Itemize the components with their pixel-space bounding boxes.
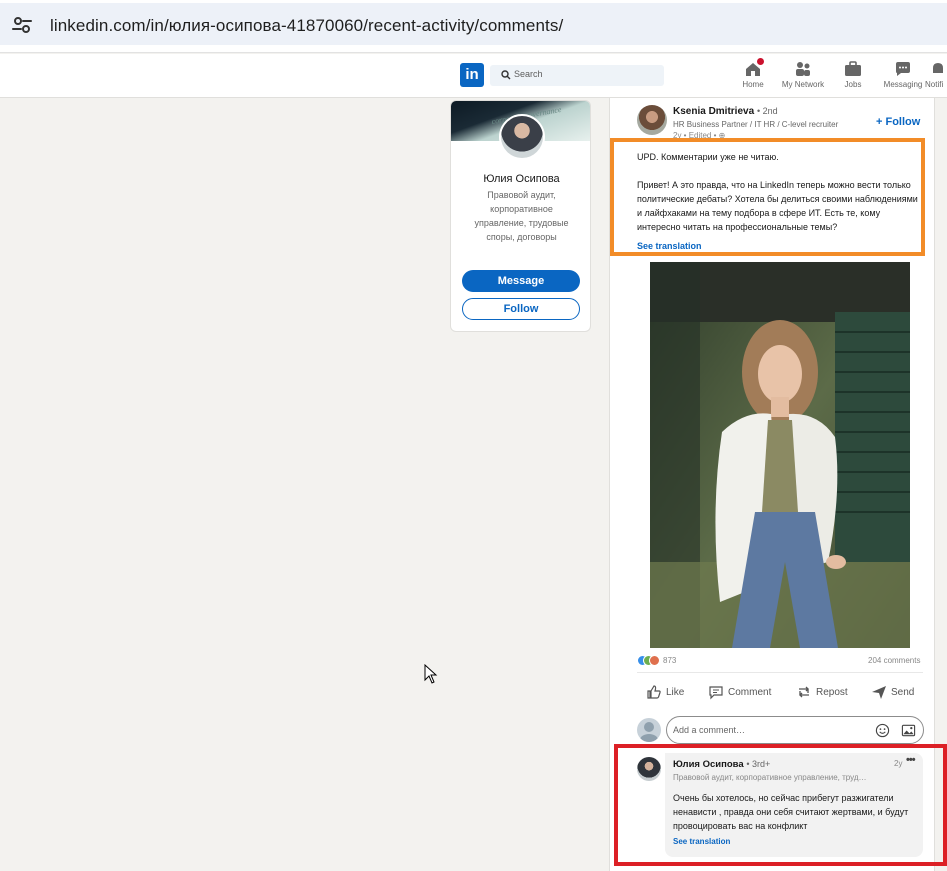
repost-icon <box>799 686 809 698</box>
search-placeholder: Search <box>514 69 543 79</box>
linkedin-top-nav: in Search Home My Network Jobs Messaging <box>0 54 947 98</box>
briefcase-icon <box>844 60 862 78</box>
message-button[interactable]: Message <box>462 270 580 292</box>
author-headline: HR Business Partner / IT HR / C-level re… <box>673 120 839 129</box>
nav-jobs[interactable]: Jobs <box>825 60 881 89</box>
nav-notifications[interactable]: Notifi <box>925 60 947 89</box>
image-icon[interactable] <box>901 723 916 738</box>
browser-toolbar: linkedin.com/in/юлия-осипова-41870060/re… <box>0 0 947 53</box>
send-icon <box>872 686 886 699</box>
comment-button[interactable]: Comment <box>708 683 771 701</box>
address-bar[interactable]: linkedin.com/in/юлия-осипова-41870060/re… <box>0 3 947 45</box>
follow-button[interactable]: Follow <box>462 298 580 320</box>
love-reaction-icon <box>649 655 660 666</box>
url-text[interactable]: linkedin.com/in/юлия-осипова-41870060/re… <box>50 16 563 36</box>
comment-icon <box>709 686 723 700</box>
author-avatar[interactable] <box>637 105 667 135</box>
network-icon <box>794 60 812 78</box>
post-photo-illustration <box>650 262 910 648</box>
mouse-cursor-icon <box>424 664 438 684</box>
nav-home[interactable]: Home <box>725 57 781 89</box>
notification-badge <box>756 57 765 66</box>
follow-author-button[interactable]: + Follow <box>876 116 920 128</box>
send-button[interactable]: Send <box>871 683 914 701</box>
search-icon <box>501 70 511 80</box>
highlight-box-comment <box>614 744 947 866</box>
author-degree: • 2nd <box>756 106 778 116</box>
home-icon <box>744 57 765 78</box>
profile-avatar[interactable] <box>499 114 545 160</box>
nav-messaging[interactable]: Messaging <box>875 60 931 89</box>
nav-my-network[interactable]: My Network <box>775 60 831 89</box>
repost-button[interactable]: Repost <box>796 683 848 701</box>
comment-placeholder: Add a comment… <box>673 725 746 735</box>
reactions-count: 873 <box>663 656 677 665</box>
comment-input[interactable]: Add a comment… <box>666 716 924 744</box>
bell-icon <box>929 60 947 78</box>
search-input[interactable]: Search <box>490 65 664 86</box>
divider <box>637 672 923 673</box>
messaging-icon <box>894 60 912 78</box>
author-name[interactable]: Ksenia Dmitrieva • 2nd <box>673 106 778 117</box>
post-image[interactable] <box>650 262 910 648</box>
site-settings-icon[interactable] <box>10 13 34 37</box>
profile-headline: Правовой аудит, корпоративное управление… <box>474 190 569 242</box>
linkedin-logo[interactable]: in <box>460 63 484 87</box>
emoji-icon[interactable] <box>875 723 890 738</box>
current-user-avatar[interactable] <box>637 718 661 742</box>
thumbs-up-icon <box>647 685 661 699</box>
like-button[interactable]: Like <box>646 683 684 701</box>
profile-card: corporate governance Юлия Осипова Правов… <box>450 100 591 332</box>
highlight-box-post-text <box>610 138 925 256</box>
profile-name[interactable]: Юлия Осипова <box>451 173 590 185</box>
comments-count[interactable]: 204 comments <box>868 656 920 665</box>
